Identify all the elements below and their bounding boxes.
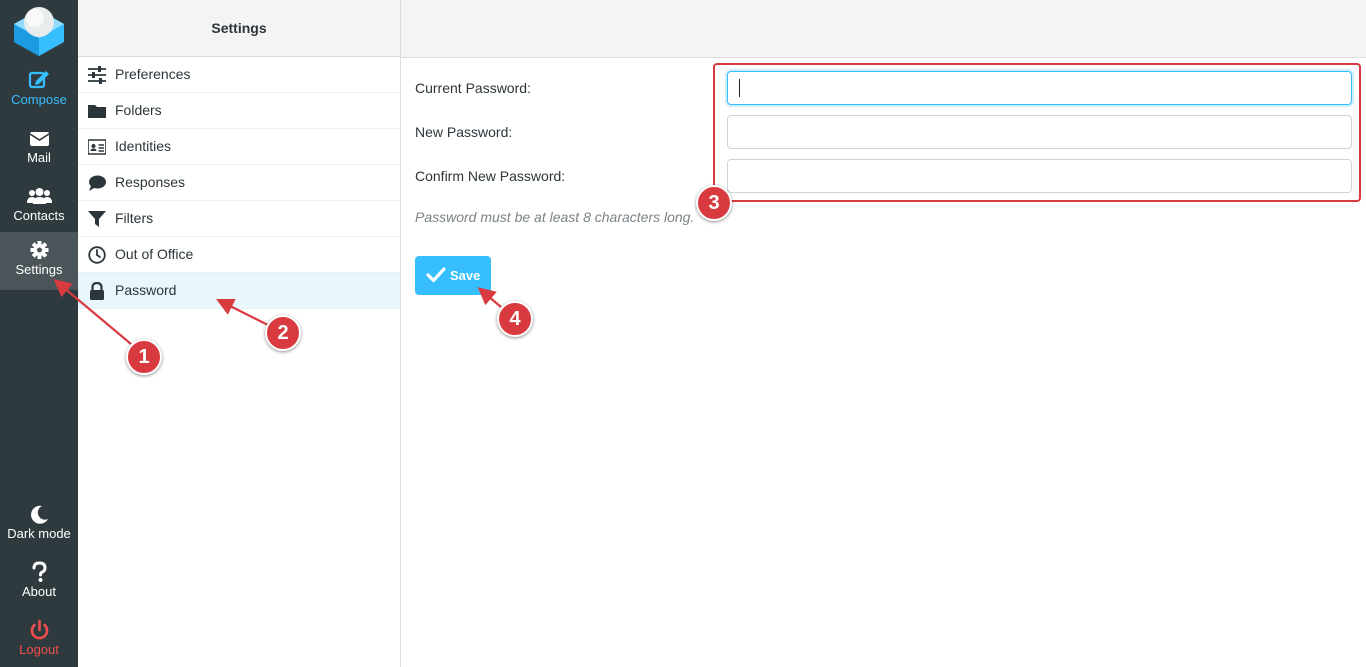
nav-mail-label: Mail [27,150,51,165]
nav-contacts[interactable]: Contacts [0,178,78,236]
gear-icon [30,241,49,259]
save-button-label: Save [450,268,481,283]
sliders-icon [88,66,106,84]
nav-compose[interactable]: Compose [0,62,78,120]
settings-item-label: Responses [115,174,186,190]
comment-icon [89,175,106,191]
password-hint: Password must be at least 8 characters l… [415,209,695,225]
annotation-badge-1: 1 [126,339,162,375]
nav-dark-mode-label: Dark mode [7,526,71,541]
check-icon [426,267,446,283]
settings-item-identities[interactable]: Identities [78,129,400,165]
settings-item-responses[interactable]: Responses [78,165,400,201]
settings-item-password[interactable]: Password [78,273,400,309]
app-window: Compose Mail Contacts Settings Dark mode… [0,0,1366,667]
nav-contacts-label: Contacts [13,208,65,223]
settings-item-label: Preferences [115,66,191,82]
nav-compose-label: Compose [11,92,67,107]
power-icon [30,619,49,640]
clock-icon [88,246,106,264]
settings-item-label: Filters [115,210,154,226]
settings-item-label: Out of Office [115,246,194,262]
question-icon [32,561,47,582]
nav-mail[interactable]: Mail [0,120,78,178]
settings-list-panel: Settings Preferences Folders Identities … [78,0,401,667]
settings-item-preferences[interactable]: Preferences [78,57,400,93]
main-nav: Compose Mail Contacts Settings Dark mode… [0,0,78,667]
nav-logout-label: Logout [19,642,59,657]
settings-panel-title: Settings [78,0,400,57]
envelope-icon [29,132,50,146]
confirm-password-label: Confirm New Password: [415,168,566,184]
save-button[interactable]: Save [415,256,491,295]
nav-settings-label: Settings [15,262,63,277]
filter-icon [88,211,106,227]
nav-dark-mode[interactable]: Dark mode [0,496,78,554]
nav-logout[interactable]: Logout [0,612,78,667]
annotation-highlight-box [713,63,1361,202]
settings-item-out-of-office[interactable]: Out of Office [78,237,400,273]
roundcube-logo [14,7,64,56]
new-password-label: New Password: [415,124,513,140]
annotation-badge-4: 4 [497,301,533,337]
id-card-icon [88,139,106,155]
content-header [401,0,1366,58]
folder-icon [88,105,106,118]
annotation-badge-2: 2 [265,315,301,351]
settings-item-filters[interactable]: Filters [78,201,400,237]
annotation-badge-3: 3 [696,185,732,221]
nav-about-label: About [22,584,56,599]
settings-item-label: Identities [115,138,172,154]
lock-icon [90,282,104,300]
moon-icon [31,505,48,524]
settings-item-folders[interactable]: Folders [78,93,400,129]
current-password-label: Current Password: [415,80,531,96]
compose-icon [28,71,49,89]
settings-item-label: Folders [115,102,162,118]
settings-item-label: Password [115,282,177,298]
nav-about[interactable]: About [0,554,78,612]
nav-settings[interactable]: Settings [0,232,78,290]
users-icon [27,188,52,204]
